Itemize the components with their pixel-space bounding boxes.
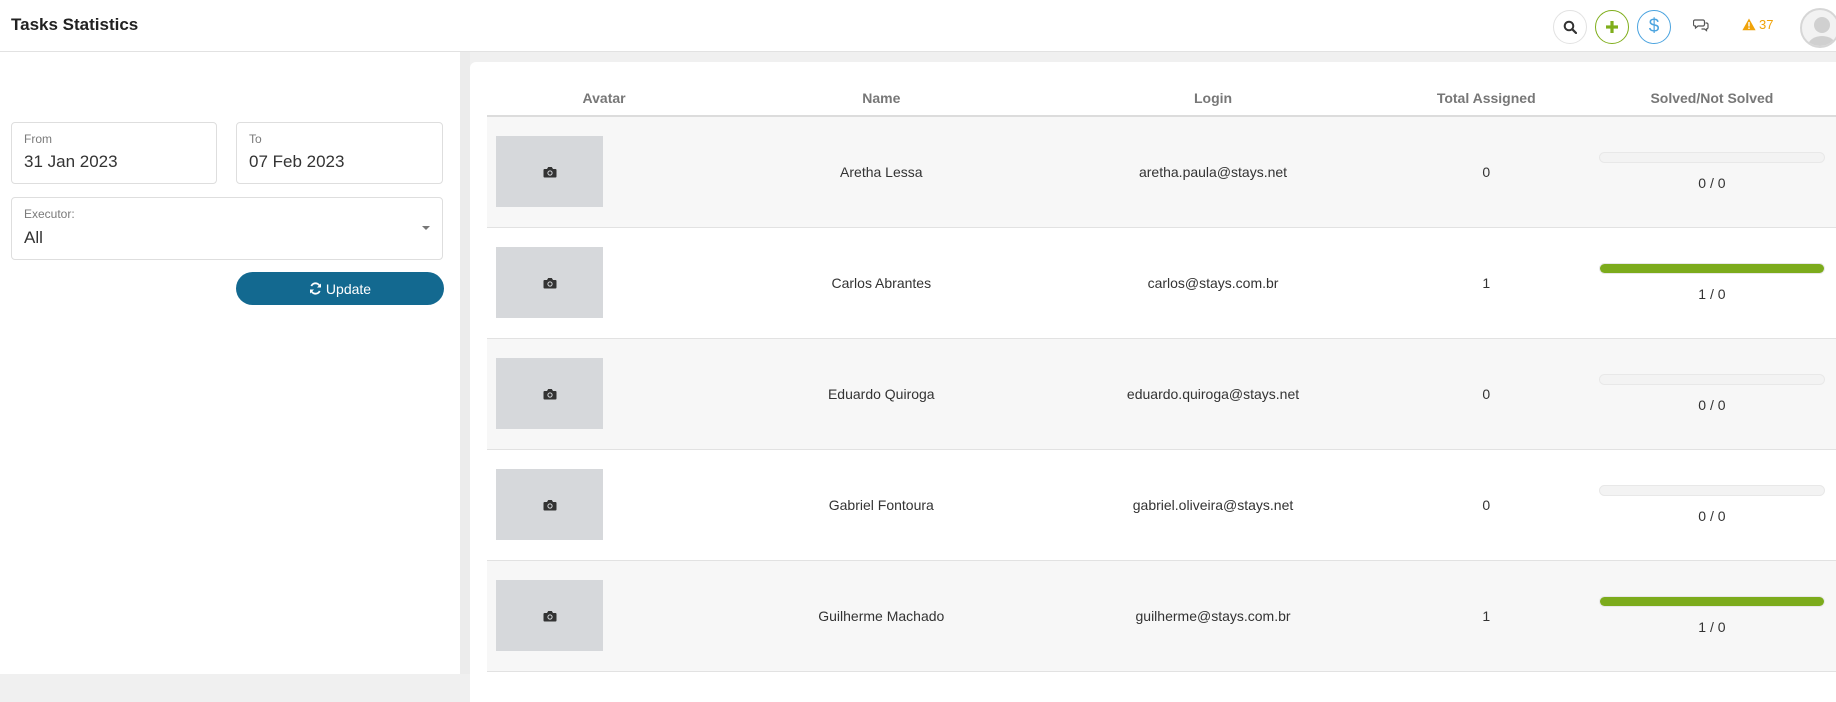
camera-icon [543,499,556,510]
alerts-button[interactable]: 37 [1742,17,1773,32]
plus-icon [1606,21,1618,33]
solved-ratio: 0 / 0 [1698,508,1726,524]
search-button[interactable] [1553,10,1587,44]
user-login: guilherme@stays.com.br [1135,607,1291,624]
table-header-row: Avatar Name Login Total Assigned Solved/… [487,80,1836,117]
camera-icon [543,277,556,288]
solved-ratio: 1 / 0 [1698,619,1726,635]
solved-cell: 0 / 0 [1588,338,1836,449]
solved-progress: 1 / 0 [1598,596,1825,635]
progress-bar [1598,152,1825,164]
add-button[interactable] [1595,10,1629,44]
to-date-field[interactable]: To 07 Feb 2023 [236,122,443,184]
to-value: 07 Feb 2023 [249,152,345,171]
progress-fill [1599,597,1824,606]
progress-bar [1598,485,1825,496]
camera-icon [543,166,556,178]
solved-cell: 1 / 0 [1588,560,1836,671]
table-row: Aretha Lessa aretha.paula@stays.net 0 0 / 0 [487,116,1836,227]
column-header-name[interactable]: Name [721,80,1042,117]
avatar-cell [487,449,721,560]
camera-icon [543,610,556,621]
table-row: Gabriel Fontoura gabriel.oliveira@stays.n… [487,449,1836,560]
progress-fill [1599,264,1824,273]
from-label: From [24,132,52,146]
column-header-login[interactable]: Login [1041,80,1385,117]
refresh-icon [309,282,321,295]
avatar[interactable] [496,358,603,429]
executor-select[interactable]: Executor: All [11,197,443,260]
total-assigned: 1 [1482,607,1491,624]
avatar-cell [487,560,721,671]
avatar[interactable] [496,580,603,651]
executor-label: Executor: [24,207,75,221]
user-name: Gabriel Fontoura [828,496,934,513]
solved-progress: 0 / 0 [1598,374,1825,413]
progress-bar [1598,596,1825,607]
executor-value: All [24,228,43,247]
avatar-cell [487,116,721,227]
user-name: Carlos Abrantes [831,274,932,291]
panel-divider [460,52,470,674]
solved-ratio: 0 / 0 [1698,397,1726,413]
statistics-panel: Avatar Name Login Total Assigned Solved/… [470,62,1836,702]
column-header-solved[interactable]: Solved/Not Solved [1587,80,1836,117]
chat-icon [1692,19,1709,32]
total-assigned: 0 [1482,385,1491,402]
total-assigned: 0 [1482,163,1491,180]
update-label: Update [325,280,372,297]
solved-progress: 0 / 0 [1598,152,1825,192]
column-header-total-assigned[interactable]: Total Assigned [1384,80,1588,117]
avatar-cell [487,227,721,338]
total-assigned: 1 [1482,274,1491,291]
avatar-cell [487,338,721,449]
user-login: carlos@stays.com.br [1147,274,1279,291]
user-name: Eduardo Quiroga [827,385,935,402]
solved-progress: 0 / 0 [1598,485,1825,524]
dollar-icon: $ [1648,16,1660,37]
user-login: gabriel.oliveira@stays.net [1132,496,1294,513]
user-avatar[interactable] [1800,8,1836,48]
user-login: eduardo.quiroga@stays.net [1126,385,1300,402]
warning-icon [1742,18,1756,31]
solved-cell: 0 / 0 [1588,116,1836,227]
financial-button[interactable]: $ [1637,10,1671,44]
solved-ratio: 1 / 0 [1698,286,1726,302]
user-login: aretha.paula@stays.net [1138,163,1288,180]
user-name: Aretha Lessa [840,163,923,180]
statistics-table: Avatar Name Login Total Assigned Solved/… [487,80,1836,672]
top-bar: Tasks Statistics $ 37 [0,0,1836,52]
table-row: Eduardo Quiroga eduardo.quiroga@stays.net… [487,338,1836,449]
avatar[interactable] [496,469,603,540]
user-icon [1808,17,1836,46]
solved-progress: 1 / 0 [1598,263,1825,302]
search-icon [1563,20,1577,34]
update-button[interactable]: Update [236,272,444,305]
from-value: 31 Jan 2023 [24,152,118,171]
chevron-down-icon [422,226,430,230]
solved-cell: 1 / 0 [1588,227,1836,338]
camera-icon [543,388,556,399]
alert-count: 37 [1759,17,1774,32]
messages-button[interactable] [1692,18,1709,37]
progress-bar [1598,263,1825,274]
table-body: Aretha Lessa aretha.paula@stays.net 0 0 / 0… [487,116,1836,671]
avatar[interactable] [496,136,603,208]
table-row: Guilherme Machado guilherme@stays.com.br 1… [487,560,1836,671]
avatar[interactable] [496,247,603,318]
to-label: To [249,132,262,146]
from-date-field[interactable]: From 31 Jan 2023 [11,122,217,184]
total-assigned: 0 [1482,496,1491,513]
column-header-avatar[interactable]: Avatar [487,80,722,117]
user-name: Guilherme Machado [818,607,945,624]
table-row: Carlos Abrantes carlos@stays.com.br 1 1 / 0 [487,227,1836,338]
page-title: Tasks Statistics [11,15,139,34]
solved-ratio: 0 / 0 [1698,175,1726,192]
progress-bar [1598,374,1825,385]
filters-panel: From 31 Jan 2023 To 07 Feb 2023 Executor… [0,52,460,674]
solved-cell: 0 / 0 [1588,449,1836,560]
